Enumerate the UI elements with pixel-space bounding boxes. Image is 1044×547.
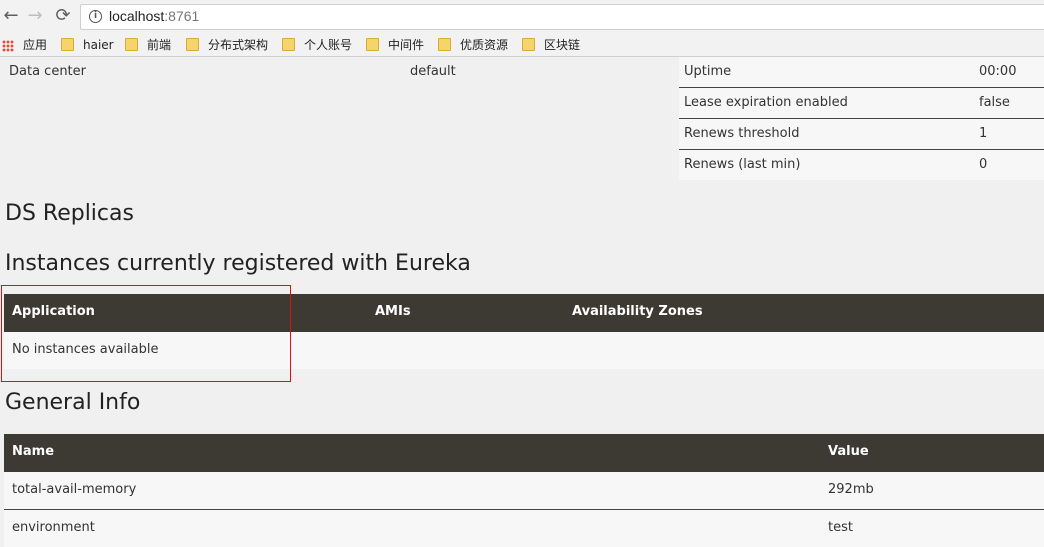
folder-icon <box>282 38 295 51</box>
forward-arrow-icon[interactable]: → <box>24 5 46 27</box>
bookmark-folder-frontend[interactable]: 前端 <box>125 36 171 54</box>
apps-grid-icon <box>2 40 14 52</box>
bookmark-folder-resources[interactable]: 优质资源 <box>438 36 508 54</box>
bookmark-label: 中间件 <box>388 38 425 52</box>
bookmark-label: 区块链 <box>544 38 581 52</box>
bookmark-folder-blockchain[interactable]: 区块链 <box>522 36 580 54</box>
column-availability-zones: Availability Zones <box>572 304 703 319</box>
folder-icon <box>366 38 379 51</box>
info-value: test <box>828 520 853 535</box>
stats-row: Renews threshold 1 <box>679 119 1044 150</box>
stat-label: Lease expiration enabled <box>684 95 848 110</box>
bookmark-folder-distributed[interactable]: 分布式架构 <box>186 36 268 54</box>
column-value: Value <box>828 444 869 459</box>
folder-icon <box>522 38 535 51</box>
general-info-table-header: Name Value <box>4 434 1044 472</box>
stat-label: Renews threshold <box>684 126 800 141</box>
eureka-page: Data center default Uptime 00:00 Lease ex… <box>0 57 1044 547</box>
stats-row: Renews (last min) 0 <box>679 150 1044 180</box>
bookmark-label: 优质资源 <box>460 38 509 52</box>
info-name: environment <box>12 520 95 535</box>
url-host: localhost <box>109 8 165 24</box>
url-text[interactable]: localhost:8761 <box>109 8 199 24</box>
bookmark-apps-label: 应用 <box>23 38 48 52</box>
data-center-label: Data center <box>9 64 86 79</box>
bookmark-label: 分布式架构 <box>208 38 269 52</box>
folder-icon <box>125 38 138 51</box>
bookmark-apps[interactable]: 应用 <box>0 36 47 54</box>
stats-row: Lease expiration enabled false <box>679 88 1044 119</box>
system-stats-table: Uptime 00:00 Lease expiration enabled fals… <box>679 57 1044 180</box>
reload-icon[interactable]: ⟳ <box>52 5 74 27</box>
annotation-highlight-box <box>1 285 291 382</box>
folder-icon <box>438 38 451 51</box>
stat-value: 0 <box>979 157 988 172</box>
stat-label: Renews (last min) <box>684 157 801 172</box>
table-row: environment test <box>4 510 1044 547</box>
address-bar[interactable]: i localhost:8761 <box>80 4 1044 30</box>
stats-row: Uptime 00:00 <box>679 57 1044 88</box>
bookmark-folder-haier[interactable]: haier <box>61 36 114 54</box>
stat-label: Uptime <box>684 64 732 79</box>
stat-value: false <box>979 95 1010 110</box>
url-port: :8761 <box>164 8 200 24</box>
ds-replicas-heading: DS Replicas <box>5 201 134 226</box>
bookmark-label: 个人账号 <box>304 38 353 52</box>
column-name: Name <box>12 444 55 459</box>
info-icon[interactable]: i <box>89 10 102 23</box>
folder-icon <box>61 38 74 51</box>
bookmark-folder-accounts[interactable]: 个人账号 <box>282 36 352 54</box>
column-amis: AMIs <box>375 304 411 319</box>
bookmark-folder-middleware[interactable]: 中间件 <box>366 36 424 54</box>
folder-icon <box>186 38 199 51</box>
bookmarks-bar: 应用 haier 前端 分布式架构 个人账号 中间件 优质资源 区块链 <box>0 34 1044 57</box>
instances-heading: Instances currently registered with Eure… <box>5 251 471 276</box>
bookmark-label: haier <box>83 38 114 52</box>
info-value: 292mb <box>828 482 874 497</box>
table-row: total-avail-memory 292mb <box>4 472 1044 510</box>
general-info-table: Name Value total-avail-memory 292mb envi… <box>4 434 1044 547</box>
general-info-heading: General Info <box>5 390 141 415</box>
data-center-value: default <box>410 64 456 79</box>
info-name: total-avail-memory <box>12 482 137 497</box>
stat-value: 00:00 <box>979 64 1017 79</box>
back-arrow-icon[interactable]: ← <box>0 5 22 27</box>
bookmark-label: 前端 <box>147 38 172 52</box>
stat-value: 1 <box>979 126 988 141</box>
browser-toolbar: ← → ⟳ i localhost:8761 <box>0 0 1044 34</box>
